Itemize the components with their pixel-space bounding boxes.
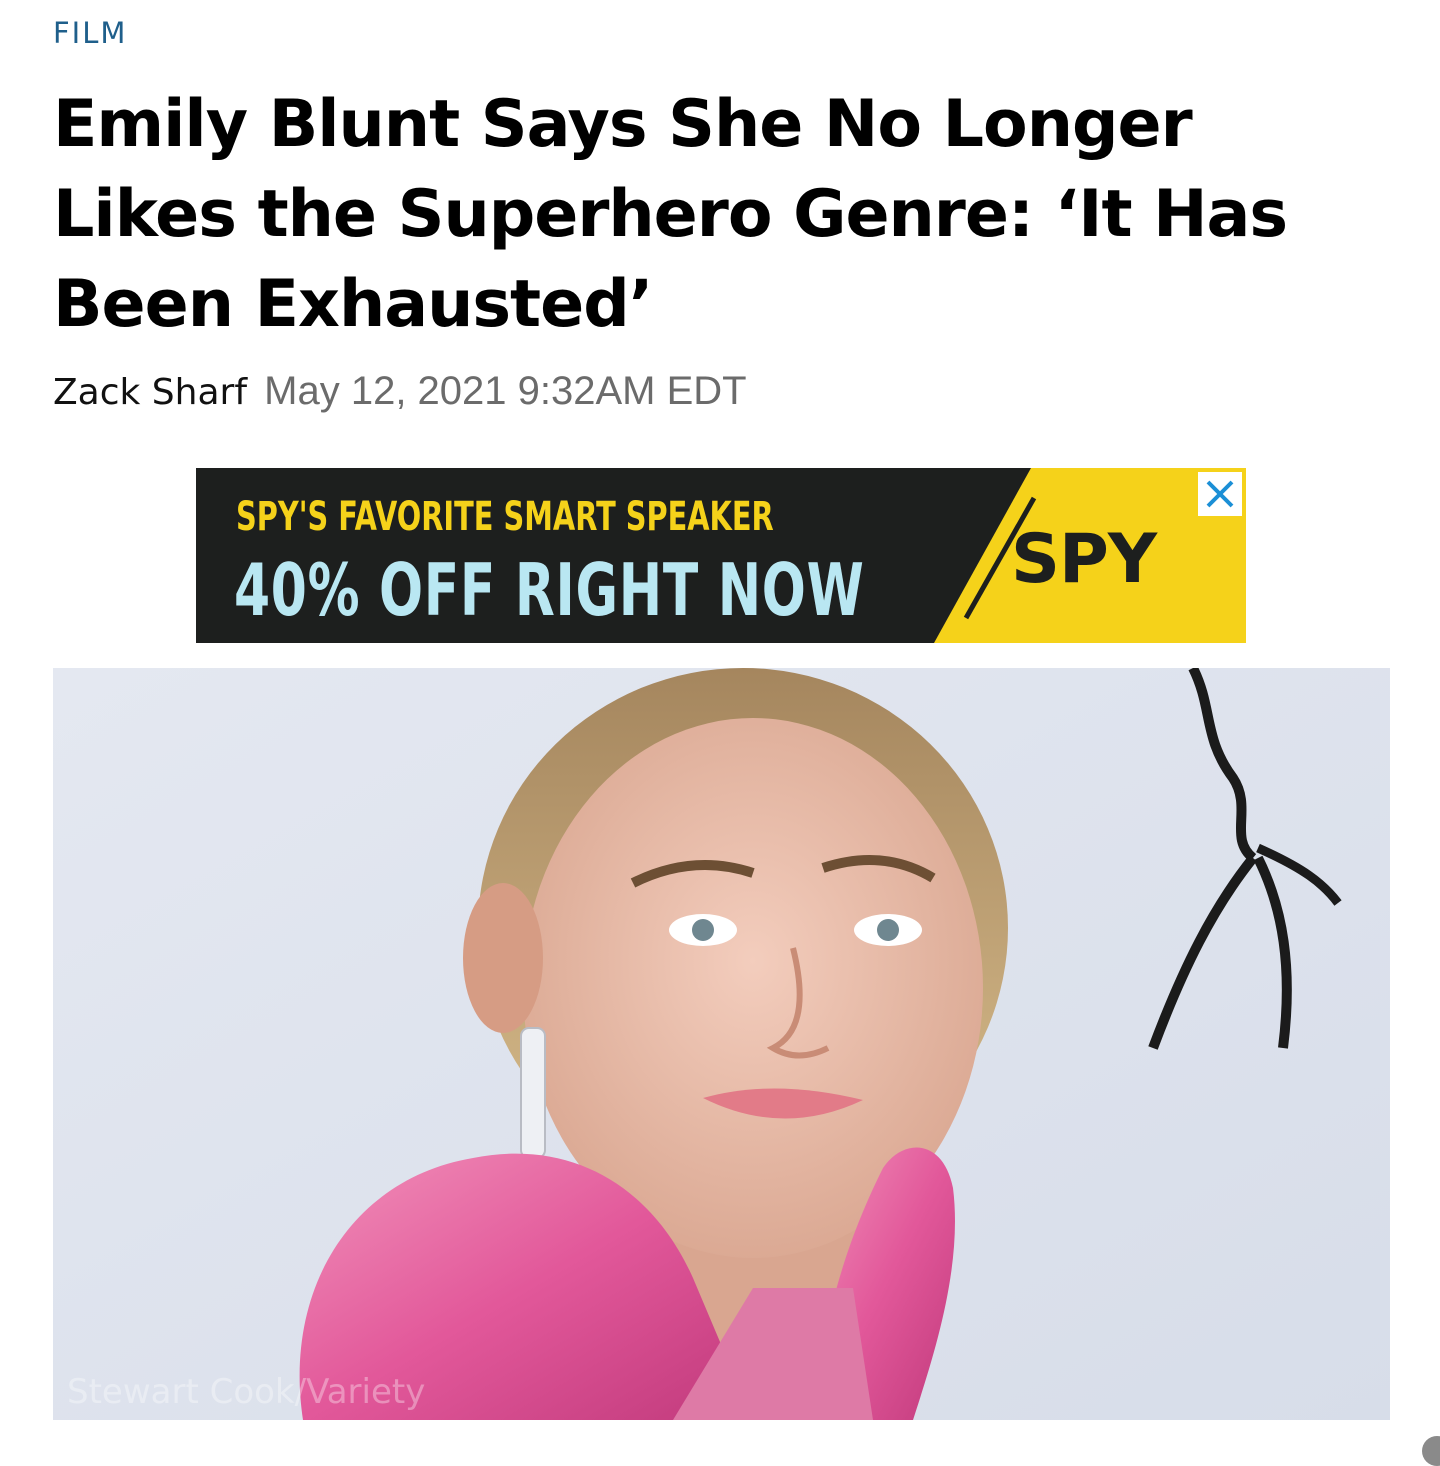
ad-close-button[interactable] xyxy=(1198,472,1242,516)
byline: Zack Sharf May 12, 2021 9:32AM EDT xyxy=(53,367,747,417)
ad-offer: 40% OFF RIGHT NOW xyxy=(234,548,865,632)
article-headline: Emily Blunt Says She No Longer Likes the… xyxy=(53,87,1288,342)
author-link[interactable]: Zack Sharf xyxy=(53,372,247,413)
ad-headline: SPY'S FAVORITE SMART SPEAKER xyxy=(236,494,774,540)
ad-logo: SPY xyxy=(1011,520,1157,599)
ad-banner[interactable]: SPY'S FAVORITE SMART SPEAKER 40% OFF RIG… xyxy=(196,468,1246,643)
photo-image xyxy=(53,668,1390,1420)
category-link[interactable]: FILM xyxy=(53,16,127,50)
photo-credit: Stewart Cook/Variety xyxy=(67,1372,426,1412)
publish-date: May 12, 2021 9:32AM EDT xyxy=(264,369,747,413)
article-photo[interactable]: Stewart Cook/Variety xyxy=(53,668,1390,1420)
scroll-indicator[interactable] xyxy=(1422,1436,1440,1466)
close-icon xyxy=(1206,480,1234,508)
